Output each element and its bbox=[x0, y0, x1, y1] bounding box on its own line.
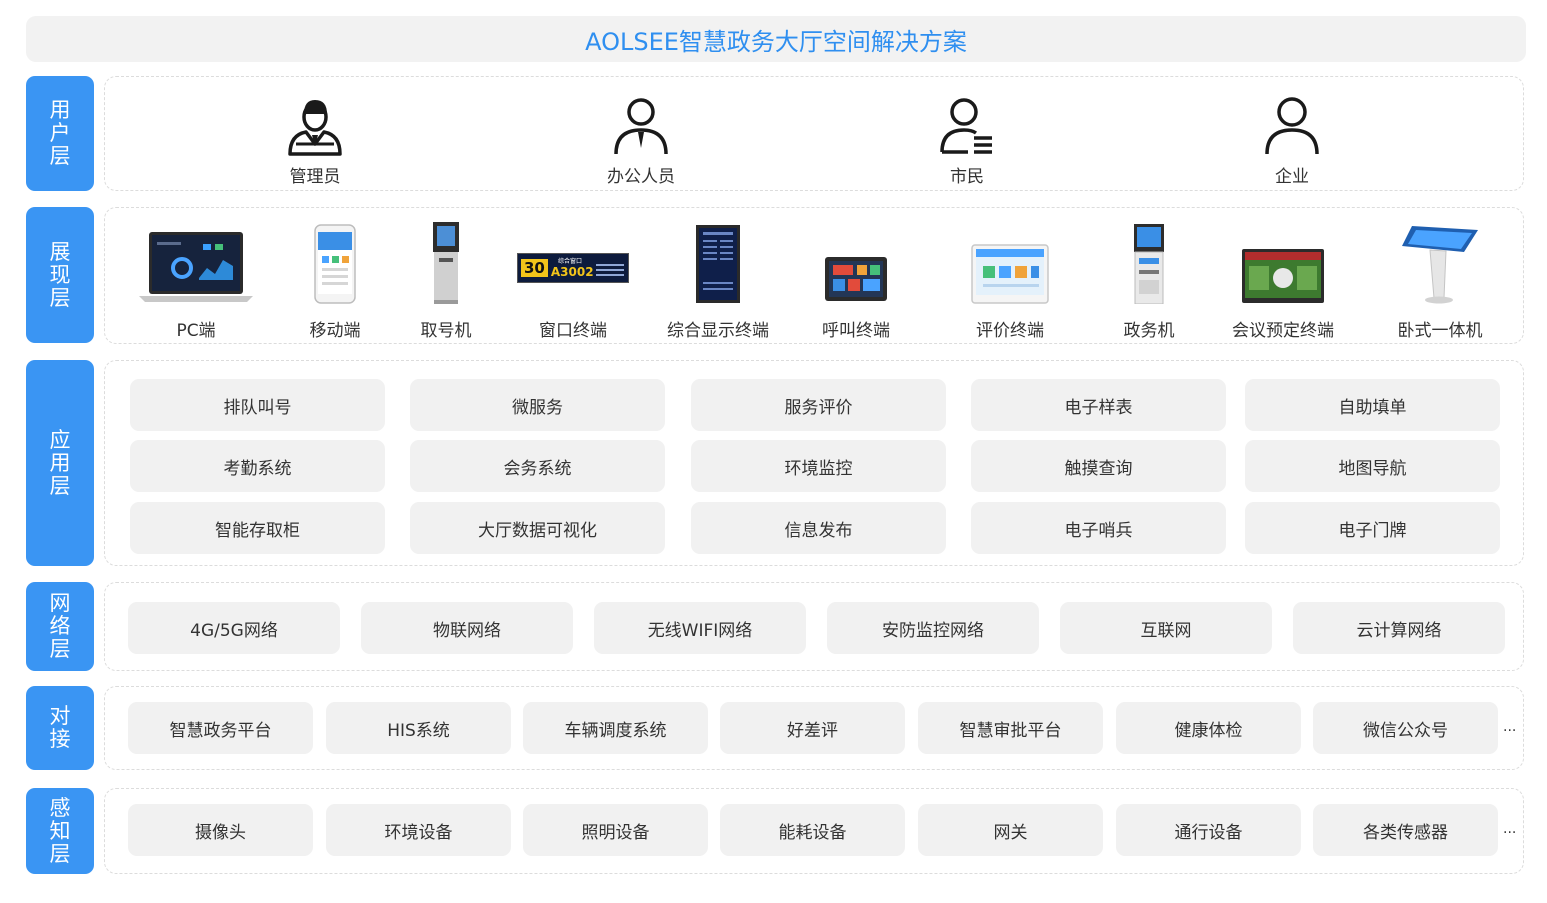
device-label: 会议预定终端 bbox=[1232, 321, 1334, 341]
call-terminal-icon bbox=[825, 257, 887, 301]
dock-item: 车辆调度系统 bbox=[523, 702, 708, 754]
sense-item: 各类传感器 bbox=[1313, 804, 1498, 856]
user-label: 企业 bbox=[1275, 167, 1309, 187]
gov-kiosk-icon bbox=[1134, 224, 1164, 304]
device-label: 综合显示终端 bbox=[667, 321, 769, 341]
device-gov-kiosk: 政务机 bbox=[1074, 222, 1224, 341]
device-call-terminal: 呼叫终端 bbox=[781, 222, 931, 341]
layer-label-display: 展现层 bbox=[26, 207, 94, 343]
app-item: 会务系统 bbox=[410, 440, 665, 492]
user-citizen: 市民 bbox=[897, 94, 1037, 187]
app-item: 触摸查询 bbox=[971, 440, 1226, 492]
sense-item: 能耗设备 bbox=[720, 804, 905, 856]
user-manager: 管理员 bbox=[245, 94, 385, 187]
user-label: 办公人员 bbox=[607, 167, 675, 187]
laptop-icon bbox=[139, 232, 253, 302]
app-item: 电子样表 bbox=[971, 379, 1226, 431]
dock-item: 智慧审批平台 bbox=[918, 702, 1103, 754]
app-item: 电子门牌 bbox=[1245, 502, 1500, 554]
device-label: 评价终端 bbox=[976, 321, 1044, 341]
sense-more: ... bbox=[1503, 821, 1517, 837]
device-label: 呼叫终端 bbox=[822, 321, 890, 341]
layer-label-user: 用户层 bbox=[26, 76, 94, 191]
device-label: 移动端 bbox=[309, 321, 361, 341]
user-label: 市民 bbox=[950, 167, 984, 187]
app-item: 微服务 bbox=[410, 379, 665, 431]
display-terminal-icon bbox=[696, 225, 740, 303]
sense-item: 摄像头 bbox=[128, 804, 313, 856]
sense-item: 环境设备 bbox=[326, 804, 511, 856]
manager-icon bbox=[288, 100, 342, 156]
window-code: A3002 bbox=[550, 265, 594, 279]
office-staff-icon bbox=[614, 98, 668, 155]
sense-item: 网关 bbox=[918, 804, 1103, 856]
dock-item: 智慧政务平台 bbox=[128, 702, 313, 754]
network-item: 互联网 bbox=[1060, 602, 1272, 654]
device-window-terminal: 30 A3002 综合窗口 窗口终端 bbox=[498, 222, 648, 341]
dock-item: HIS系统 bbox=[326, 702, 511, 754]
device-horizontal-kiosk: 卧式一体机 bbox=[1365, 222, 1515, 341]
app-item: 服务评价 bbox=[691, 379, 946, 431]
device-label: 政务机 bbox=[1123, 321, 1175, 341]
app-item: 大厅数据可视化 bbox=[410, 502, 665, 554]
page-title: AOLSEE智慧政务大厅空间解决方案 bbox=[26, 16, 1526, 62]
ticket-kiosk-icon bbox=[433, 222, 459, 304]
citizen-icon bbox=[940, 98, 992, 154]
meeting-terminal-icon bbox=[1242, 249, 1324, 303]
window-name: 综合窗口 bbox=[558, 258, 583, 265]
network-item: 云计算网络 bbox=[1293, 602, 1505, 654]
window-terminal-icon: 30 A3002 综合窗口 bbox=[517, 253, 629, 283]
app-item: 信息发布 bbox=[691, 502, 946, 554]
network-item: 安防监控网络 bbox=[827, 602, 1039, 654]
user-label: 管理员 bbox=[289, 167, 341, 187]
sense-item: 通行设备 bbox=[1116, 804, 1301, 856]
app-item: 环境监控 bbox=[691, 440, 946, 492]
app-item: 考勤系统 bbox=[130, 440, 385, 492]
dock-item: 微信公众号 bbox=[1313, 702, 1498, 754]
window-number: 30 bbox=[521, 259, 548, 277]
layer-label-network: 网络层 bbox=[26, 582, 94, 671]
layer-label-dock: 对接 bbox=[26, 686, 94, 770]
device-display-terminal: 综合显示终端 bbox=[643, 222, 793, 341]
mobile-phone-icon bbox=[314, 224, 356, 304]
app-item: 电子哨兵 bbox=[971, 502, 1226, 554]
dock-item: 健康体检 bbox=[1116, 702, 1301, 754]
dock-more: ... bbox=[1503, 719, 1517, 735]
app-item: 排队叫号 bbox=[130, 379, 385, 431]
network-item: 物联网络 bbox=[361, 602, 573, 654]
dock-item: 好差评 bbox=[720, 702, 905, 754]
horizontal-kiosk-icon bbox=[1402, 226, 1478, 304]
app-item: 智能存取柜 bbox=[130, 502, 385, 554]
user-office-staff: 办公人员 bbox=[571, 94, 711, 187]
device-pc: PC端 bbox=[121, 222, 271, 341]
device-label: 窗口终端 bbox=[539, 321, 607, 341]
network-item: 4G/5G网络 bbox=[128, 602, 340, 654]
device-label: 取号机 bbox=[420, 321, 472, 341]
enterprise-icon bbox=[1265, 97, 1319, 155]
network-item: 无线WIFI网络 bbox=[594, 602, 806, 654]
evaluation-terminal-icon bbox=[971, 244, 1049, 304]
device-label: 卧式一体机 bbox=[1397, 321, 1483, 341]
layer-label-app: 应用层 bbox=[26, 360, 94, 566]
sense-item: 照明设备 bbox=[523, 804, 708, 856]
app-item: 自助填单 bbox=[1245, 379, 1500, 431]
app-item: 地图导航 bbox=[1245, 440, 1500, 492]
layer-label-sense: 感知层 bbox=[26, 788, 94, 874]
device-meeting-terminal: 会议预定终端 bbox=[1208, 222, 1358, 341]
device-evaluation-terminal: 评价终端 bbox=[935, 222, 1085, 341]
device-label: PC端 bbox=[176, 321, 216, 341]
user-enterprise: 企业 bbox=[1222, 94, 1362, 187]
